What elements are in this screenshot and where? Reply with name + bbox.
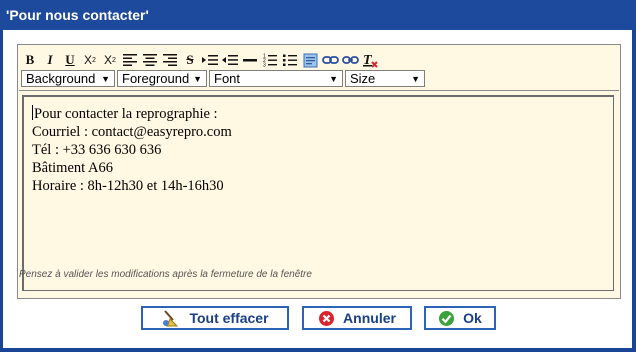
editor-line: Courriel : contact@easyrepro.com bbox=[32, 124, 232, 140]
text-cursor bbox=[32, 105, 33, 120]
indent-icon bbox=[202, 54, 218, 66]
dialog-window: 'Pour nous contacter' B I U X2 X2 S 123 bbox=[0, 0, 636, 352]
align-right-icon bbox=[163, 54, 177, 66]
align-left-icon bbox=[123, 54, 137, 66]
unordered-list-icon bbox=[283, 53, 297, 67]
clear-all-button[interactable]: Tout effacer bbox=[141, 306, 289, 330]
chevron-down-icon: ▼ bbox=[193, 74, 202, 84]
ok-label: Ok bbox=[463, 310, 482, 326]
underline-button[interactable]: U bbox=[61, 51, 79, 69]
italic-button[interactable]: I bbox=[41, 51, 59, 69]
broom-icon bbox=[161, 309, 181, 327]
background-select-label: Background bbox=[26, 71, 96, 86]
chevron-down-icon: ▼ bbox=[411, 74, 420, 84]
indent-button[interactable] bbox=[201, 51, 219, 69]
strikethrough-button[interactable]: S bbox=[181, 51, 199, 69]
clear-format-button[interactable]: T bbox=[361, 51, 379, 69]
unlink-icon bbox=[341, 54, 359, 66]
size-select-label: Size bbox=[350, 71, 376, 86]
align-left-button[interactable] bbox=[121, 51, 139, 69]
outdent-button[interactable] bbox=[221, 51, 239, 69]
unordered-list-button[interactable] bbox=[281, 51, 299, 69]
size-select[interactable]: Size ▼ bbox=[345, 70, 425, 87]
cancel-icon bbox=[318, 310, 335, 327]
clear-all-label: Tout effacer bbox=[189, 310, 269, 326]
svg-text:3: 3 bbox=[263, 63, 266, 68]
bold-button[interactable]: B bbox=[21, 51, 39, 69]
editor-line: Pour contacter la reprographie : bbox=[32, 105, 605, 123]
rich-text-editor: B I U X2 X2 S 123 T Background ▼ Foregro… bbox=[17, 44, 621, 299]
background-color-select[interactable]: Background ▼ bbox=[21, 70, 115, 87]
ordered-list-button[interactable]: 123 bbox=[261, 51, 279, 69]
hr-icon bbox=[243, 54, 257, 66]
dialog-actions: Tout effacer Annuler Ok bbox=[3, 306, 632, 332]
foreground-select-label: Foreground bbox=[122, 71, 190, 86]
superscript-button[interactable]: X2 bbox=[101, 51, 119, 69]
dialog-body: B I U X2 X2 S 123 T Background ▼ Foregro… bbox=[3, 30, 632, 348]
check-icon bbox=[438, 310, 455, 327]
chevron-down-icon: ▼ bbox=[101, 74, 110, 84]
ordered-list-icon: 123 bbox=[263, 53, 277, 67]
ok-button[interactable]: Ok bbox=[424, 306, 496, 330]
editor-content-area[interactable]: Pour contacter la reprographie : Courrie… bbox=[22, 95, 614, 291]
insert-image-button[interactable] bbox=[301, 51, 319, 69]
cancel-button[interactable]: Annuler bbox=[302, 306, 412, 330]
insert-link-button[interactable] bbox=[321, 51, 339, 69]
editor-line: Tél : +33 636 630 636 bbox=[32, 142, 162, 158]
align-center-button[interactable] bbox=[141, 51, 159, 69]
horizontal-rule-button[interactable] bbox=[241, 51, 259, 69]
align-right-button[interactable] bbox=[161, 51, 179, 69]
dialog-title: 'Pour nous contacter' bbox=[0, 0, 636, 30]
toolbar-row-selects: Background ▼ Foreground ▼ Font ▼ Size ▼ bbox=[21, 70, 427, 88]
subscript-button[interactable]: X2 bbox=[81, 51, 99, 69]
hint-text: Pensez à valider les modifications après… bbox=[19, 269, 312, 280]
chevron-down-icon: ▼ bbox=[329, 74, 338, 84]
image-icon bbox=[303, 53, 318, 68]
editor-line: Bâtiment A66 bbox=[32, 160, 113, 176]
font-select-label: Font bbox=[214, 71, 241, 86]
editor-line: Horaire : 8h-12h30 et 14h-16h30 bbox=[32, 178, 224, 194]
toolbar-row-formatting: B I U X2 X2 S 123 T bbox=[21, 49, 381, 71]
align-center-icon bbox=[143, 54, 157, 66]
clear-format-icon: T bbox=[362, 52, 378, 68]
remove-link-button[interactable] bbox=[341, 51, 359, 69]
editor-line-text: Pour contacter la reprographie : bbox=[34, 106, 218, 122]
link-icon bbox=[321, 54, 339, 66]
font-select[interactable]: Font ▼ bbox=[209, 70, 343, 87]
outdent-icon bbox=[222, 54, 238, 66]
foreground-color-select[interactable]: Foreground ▼ bbox=[117, 70, 207, 87]
editor-toolbar: B I U X2 X2 S 123 T Background ▼ Foregro… bbox=[19, 46, 619, 91]
cancel-label: Annuler bbox=[343, 310, 396, 326]
